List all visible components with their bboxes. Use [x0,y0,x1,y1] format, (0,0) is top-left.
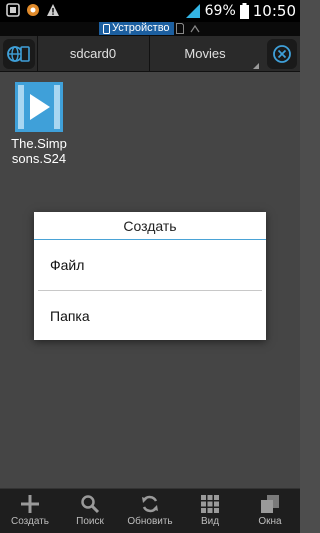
create-label: Создать [10,516,49,527]
windows-label: Окна [258,516,282,527]
device-tab[interactable]: Устройство [99,22,174,35]
plus-icon [21,495,39,513]
app-notification-icon [27,4,39,16]
close-icon [273,45,291,63]
video-file-icon [15,82,63,132]
dropdown-corner-icon [253,63,259,69]
dialog-title: Создать [34,212,266,240]
view-label: Вид [200,516,220,527]
file-item[interactable]: The.Simpsons.S24 [8,82,70,166]
refresh-button[interactable]: Обновить [120,489,180,533]
file-name: The.Simpsons.S24 [11,136,67,166]
breadcrumb-movies[interactable]: Movies [150,36,260,72]
create-button[interactable]: Создать [0,489,60,533]
battery-percent: 69% [204,3,236,19]
device-bar: Устройство [0,22,300,36]
search-label: Поиск [76,516,104,527]
view-button[interactable]: Вид [180,489,240,533]
status-bar: 69% 10:50 [0,0,300,22]
windows-button[interactable]: Окна [240,489,300,533]
close-tab-button[interactable] [267,39,297,69]
create-file-option[interactable]: Файл [34,240,266,290]
bottom-toolbar: Создать Поиск Обновить Вид Окна [0,488,300,533]
signal-icon [185,4,200,18]
path-bar: sdcard0 Movies [0,36,300,72]
battery-icon [239,3,249,19]
share-icon[interactable] [190,23,200,34]
sdcard-icon[interactable] [176,23,184,34]
create-folder-option[interactable]: Папка [34,291,266,341]
notification-square-icon [6,3,20,17]
notification-icons [6,3,60,17]
create-dialog: Создать Файл Папка [34,212,266,340]
search-icon [81,495,100,514]
globe-device-icon [7,46,30,62]
windows-icon [261,495,279,513]
clock: 10:50 [252,2,296,20]
breadcrumb-sdcard0[interactable]: sdcard0 [38,36,148,72]
phone-icon [103,23,110,34]
device-label: Устройство [112,22,170,34]
warning-icon [47,4,59,16]
search-button[interactable]: Поиск [60,489,120,533]
refresh-label: Обновить [127,516,173,527]
navigation-button[interactable] [3,39,35,69]
grid-icon [201,495,219,513]
refresh-icon [142,495,158,513]
